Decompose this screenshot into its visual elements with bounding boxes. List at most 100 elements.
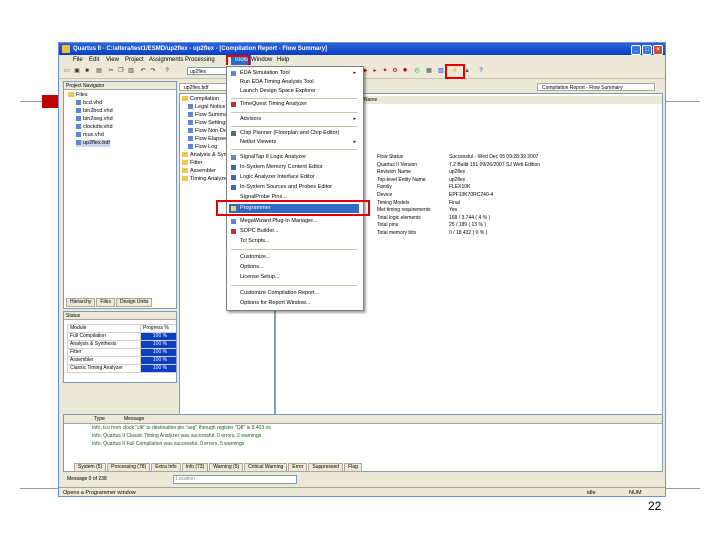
menu-project[interactable]: Project (125, 55, 144, 65)
status-panel-title: Status (64, 312, 176, 320)
status-module: Analysis & Synthesis (66, 340, 142, 349)
table-row: Assembler 100 % (66, 356, 176, 365)
entity-combo[interactable]: up2flex (187, 67, 227, 75)
tab-suppressed[interactable]: Suppressed (308, 463, 344, 472)
tree-folder[interactable]: Timing Analyzer (182, 176, 229, 183)
status-panel: Status Module Progress % Full Compilation… (63, 311, 177, 383)
menu-item-tcl-scripts[interactable]: Tcl Scripts... (229, 237, 359, 246)
menu-item-megawizard[interactable]: MegaWizard Plug-In Manager... (229, 217, 359, 226)
programmer-button-highlight (445, 64, 465, 79)
file-item[interactable]: bcd.vhd (76, 100, 102, 107)
tree-compilation[interactable]: Compilation (182, 96, 219, 103)
file-item-selected[interactable]: up2flex.bdf (76, 140, 110, 147)
timing-icon[interactable]: ◴ (413, 67, 421, 75)
programmer-menu-highlight (216, 200, 370, 216)
menu-item-options[interactable]: Options... (229, 263, 359, 272)
tab-system[interactable]: System (5) (74, 463, 107, 472)
menu-edit[interactable]: Edit (89, 55, 99, 65)
project-navigator-title: Project Navigator (64, 82, 176, 90)
tree-folder[interactable]: Fitter (182, 160, 203, 167)
undo-icon[interactable]: ↶ (139, 67, 147, 75)
chip-planner-icon[interactable]: ▧ (437, 67, 445, 75)
doc-tab-up2flex[interactable]: up2flex.bdf (179, 83, 227, 91)
message-count: Message 0 of 238 (67, 476, 107, 482)
menu-item-sources-probes[interactable]: In-System Sources and Probes Editor (229, 183, 359, 192)
status-module: Classic Timing Analyzer (66, 364, 142, 373)
message-line[interactable]: Info: Quartus II Full Compilation was su… (92, 441, 244, 448)
tab-flag[interactable]: Flag (344, 463, 362, 472)
report-icon[interactable]: ▦ (425, 67, 433, 75)
menu-item-customize[interactable]: Customize... (229, 253, 359, 262)
assembler-icon[interactable]: ✹ (401, 67, 409, 75)
menu-item-design-space-explorer[interactable]: Launch Design Space Explorer (229, 87, 359, 96)
tab-extra-info[interactable]: Extra Info (151, 463, 181, 472)
copy-icon[interactable]: ❐ (117, 67, 125, 75)
message-header: Type Message (64, 415, 662, 424)
cut-icon[interactable]: ✂ (107, 67, 115, 75)
menu-item-eda-timing[interactable]: Run EDA Timing Analysis Tool (229, 78, 359, 87)
file-item[interactable]: bin2bcd.vhd (76, 108, 113, 115)
tree-item[interactable]: Flow Log (188, 144, 217, 151)
open-icon[interactable]: ▣ (73, 67, 81, 75)
menu-item-eda-simulation[interactable]: EDA Simulation Tool ▸ (229, 69, 359, 78)
location-field[interactable]: Location (173, 475, 297, 484)
status-text: Opens a Programmer window (63, 490, 136, 496)
fitter-icon[interactable]: ⚙ (391, 67, 399, 75)
file-item[interactable]: bin2seg.vhd (76, 116, 113, 123)
tab-processing[interactable]: Processing (78) (107, 463, 151, 472)
message-line[interactable]: Info: tco from clock "clk" to destinatio… (92, 425, 271, 432)
tab-design-units[interactable]: Design Units (115, 298, 153, 307)
menu-item-signaltap[interactable]: SignalTap II Logic Analyzer (229, 153, 359, 162)
menu-item-customize-report[interactable]: Customize Compilation Report... (229, 289, 359, 298)
print-icon[interactable]: ▤ (95, 67, 103, 75)
tree-item[interactable]: Flow Settings (188, 120, 228, 127)
tab-info[interactable]: Info (73) (181, 463, 209, 472)
window-title: Quartus II - C:/altera/test1/ESMD/up2fle… (73, 46, 328, 52)
menu-help[interactable]: Help (277, 55, 289, 65)
menu-assignments[interactable]: Assignments (149, 55, 183, 65)
file-item[interactable]: mux.vhd (76, 132, 104, 139)
tools-dropdown-menu: EDA Simulation Tool ▸ Run EDA Timing Anal… (226, 66, 364, 311)
menu-item-advisors[interactable]: Advisors ▸ (229, 115, 359, 124)
menu-item-sopc-builder[interactable]: SOPC Builder... (229, 227, 359, 236)
message-line[interactable]: Info: Quartus II Classic Timing Analyzer… (92, 433, 261, 440)
tab-critical-warning[interactable]: Critical Warning (244, 463, 288, 472)
close-button[interactable]: × (653, 45, 663, 55)
file-item[interactable]: clockdiv.vhd (76, 124, 113, 131)
compile-icon[interactable]: ▸ (371, 67, 379, 75)
menu-view[interactable]: View (106, 55, 119, 65)
submenu-arrow-icon: ▸ (353, 139, 356, 145)
minimize-button[interactable]: _ (631, 45, 641, 55)
tab-files[interactable]: Files (96, 298, 115, 307)
tab-hierarchy[interactable]: Hierarchy (66, 298, 96, 307)
new-icon[interactable]: ▭ (63, 67, 71, 75)
menu-item-timequest[interactable]: TimeQuest Timing Analyzer (229, 100, 359, 109)
save-icon[interactable]: ■ (83, 67, 91, 75)
analysis-icon[interactable]: ✦ (381, 67, 389, 75)
submenu-arrow-icon: ▸ (353, 70, 356, 76)
slide-page-number: 22 (648, 499, 662, 513)
menu-window[interactable]: Window (251, 55, 272, 65)
file-icon (76, 100, 81, 106)
status-module: Assembler (66, 356, 142, 365)
tree-item[interactable]: Legal Notice (188, 104, 226, 111)
menu-item-license-setup[interactable]: License Setup... (229, 273, 359, 282)
tab-warning[interactable]: Warning (5) (209, 463, 244, 472)
menu-item-logic-analyzer-interface[interactable]: Logic Analyzer Interface Editor (229, 173, 359, 182)
tree-folder-files[interactable]: Files (68, 92, 88, 99)
menu-processing[interactable]: Processing (185, 55, 215, 65)
redo-icon[interactable]: ↷ (149, 67, 157, 75)
help-pointer-icon[interactable]: ? (163, 67, 171, 75)
menu-item-report-options[interactable]: Options for Report Window... (229, 299, 359, 308)
menu-item-netlist-viewers[interactable]: Netlist Viewers ▸ (229, 138, 359, 147)
status-module: Full Compilation (66, 332, 142, 341)
tree-folder[interactable]: Assembler (182, 168, 216, 175)
paste-icon[interactable]: ▥ (127, 67, 135, 75)
menu-item-chip-planner[interactable]: Chip Planner (Floorplan and Chip Editor) (229, 129, 359, 138)
tab-error[interactable]: Error (288, 463, 308, 472)
help-icon[interactable]: ? (477, 67, 485, 75)
maximize-button[interactable]: □ (642, 45, 652, 55)
menu-file[interactable]: File (73, 55, 83, 65)
menu-item-memory-editor[interactable]: In-System Memory Content Editor (229, 163, 359, 172)
report-tab[interactable]: Compilation Report - Flow Summary (537, 83, 655, 91)
